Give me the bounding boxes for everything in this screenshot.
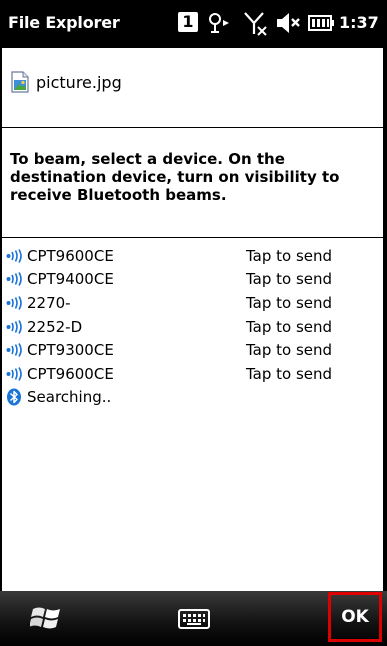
tap-to-send-label[interactable]: Tap to send [246,247,332,265]
device-row[interactable]: CPT9400CE Tap to send [0,268,387,292]
connectivity-icon[interactable] [206,10,232,36]
device-row[interactable]: 2252-D Tap to send [0,315,387,339]
bluetooth-signal-icon [6,296,24,310]
tap-to-send-label[interactable]: Tap to send [246,341,332,359]
bluetooth-signal-icon [6,366,24,381]
device-row[interactable]: CPT9600CE Tap to send [0,244,387,268]
volume-muted-icon[interactable] [275,10,303,36]
battery-icon[interactable] [307,10,335,36]
keyboard-icon[interactable] [177,607,211,631]
device-name: 2252-D [27,317,83,336]
windows-start-icon[interactable] [30,603,64,633]
signal-off-icon[interactable] [243,10,269,38]
softkey-bar: OK [0,591,387,646]
device-name: CPT9300CE [27,341,114,360]
app-title[interactable]: File Explorer [8,13,120,32]
device-row[interactable]: 2270- Tap to send [0,291,387,315]
bluetooth-signal-icon [6,248,24,263]
tap-to-send-label[interactable]: Tap to send [246,365,332,383]
device-row[interactable]: CPT9300CE Tap to send [0,338,387,362]
divider-top [0,127,387,128]
searching-row: Searching.. [0,386,387,410]
device-name: CPT9600CE [27,246,114,265]
ok-button[interactable]: OK [328,592,382,642]
tap-to-send-label[interactable]: Tap to send [246,318,332,336]
bluetooth-signal-icon [6,319,24,334]
device-name: CPT9400CE [27,270,114,289]
file-name: picture.jpg [36,72,122,92]
jpg-file-icon [11,71,29,93]
beam-instructions: To beam, select a device. On the destina… [10,150,340,204]
divider-list [0,237,387,238]
searching-label: Searching.. [27,388,112,407]
tap-to-send-label[interactable]: Tap to send [246,294,332,312]
bluetooth-signal-icon [6,343,24,358]
file-item: picture.jpg [10,70,122,94]
status-bar: File Explorer 1 1:37 [0,0,387,48]
device-list: CPT9600CE Tap to send CPT9400CE Tap to s… [0,244,387,409]
clock[interactable]: 1:37 [339,13,379,32]
device-name: 2270- [27,293,71,312]
notification-badge-icon[interactable]: 1 [178,12,198,32]
bluetooth-icon [6,388,24,406]
device-name: CPT9600CE [27,364,114,383]
device-row[interactable]: CPT9600CE Tap to send [0,362,387,386]
bluetooth-signal-icon [6,272,24,287]
tap-to-send-label[interactable]: Tap to send [246,270,332,288]
